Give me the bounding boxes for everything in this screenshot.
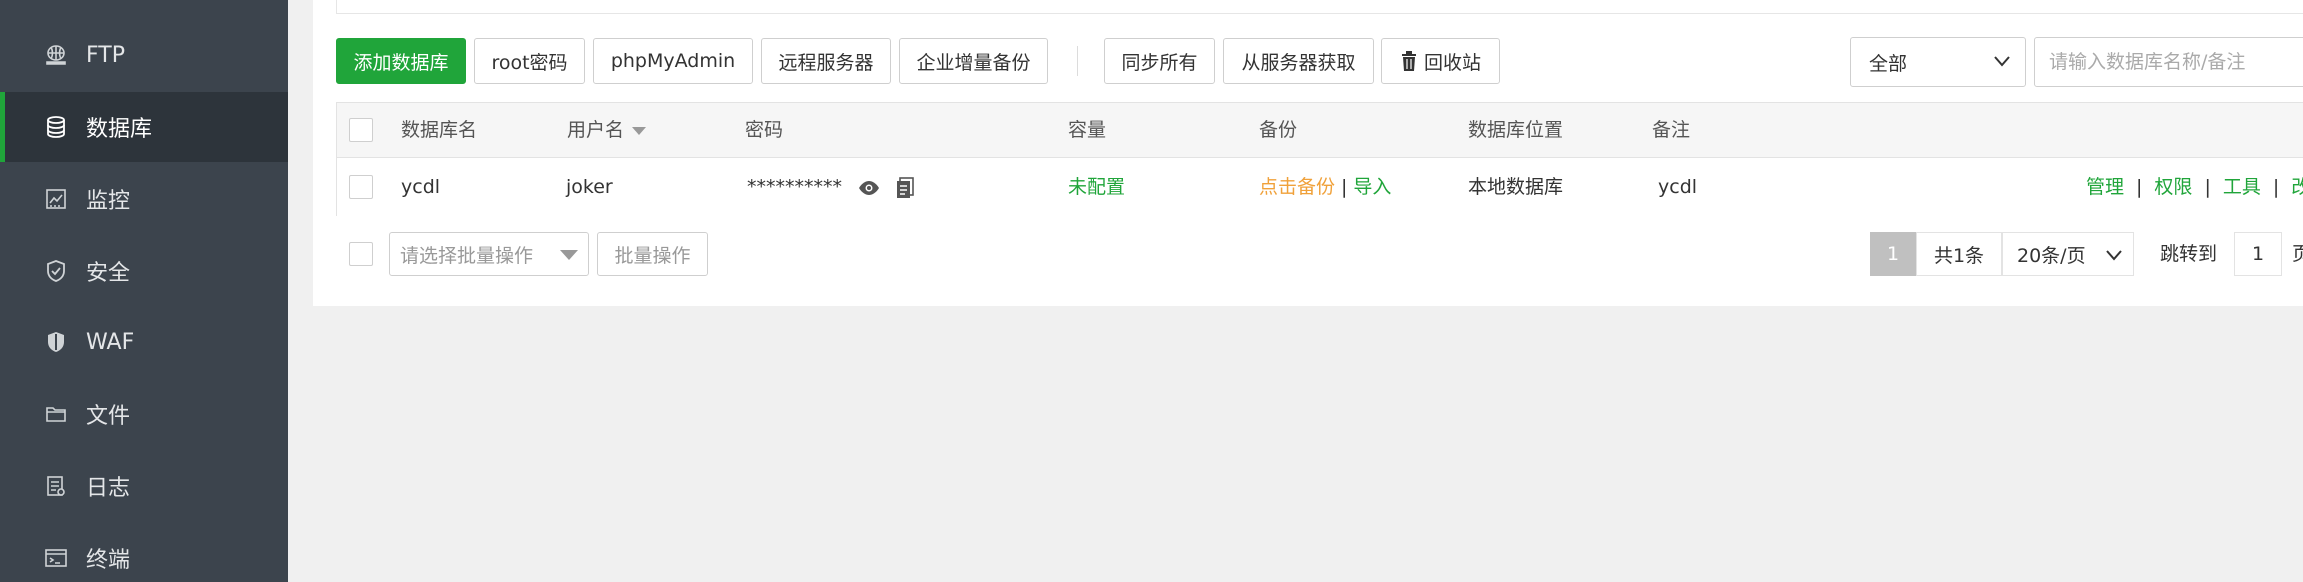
column-header-note: 备注 (1652, 119, 1691, 141)
fetch-from-server-button[interactable]: 从服务器获取 (1223, 38, 1374, 84)
sidebar-item-logs[interactable]: 日志 (0, 451, 288, 521)
column-header-location: 数据库位置 (1468, 119, 1564, 141)
sidebar-item-label: 终端 (86, 548, 131, 573)
db-backup-cell: 点击备份 | 导入 (1259, 158, 1391, 216)
waf-shield-icon (42, 328, 70, 356)
trash-icon (1401, 51, 1416, 71)
chevron-down-icon (1994, 56, 2010, 67)
select-all-checkbox[interactable] (349, 118, 373, 142)
sidebar-item-ftp[interactable]: FTP (0, 20, 288, 90)
root-password-button[interactable]: root密码 (474, 38, 585, 84)
db-location: 本地数据库 (1468, 176, 1564, 198)
sidebar-item-waf[interactable]: WAF (0, 307, 288, 377)
jump-to-page-input[interactable] (2234, 232, 2282, 276)
sidebar-item-label: 安全 (86, 261, 131, 286)
pagination-total: 共1条 (1916, 232, 2002, 276)
copy-icon[interactable] (896, 176, 914, 199)
sidebar-item-label: FTP (86, 42, 125, 68)
batch-operation-button[interactable]: 批量操作 (597, 232, 708, 276)
terminal-icon (42, 544, 70, 572)
page-number-current[interactable]: 1 (1870, 232, 1916, 276)
db-name: ycdl (401, 176, 441, 198)
page-size-select[interactable]: 20条/页 (2002, 232, 2134, 276)
page-unit-label: 页 (2292, 243, 2303, 265)
separator: | (1341, 176, 1348, 198)
column-header-name: 数据库名 (401, 119, 478, 141)
sidebar-item-security[interactable]: 安全 (0, 236, 288, 306)
phpmyadmin-button[interactable]: phpMyAdmin (593, 38, 753, 84)
db-password: ********** (747, 176, 842, 198)
column-header-user[interactable]: 用户名 (567, 103, 647, 158)
batch-operation-select[interactable]: 请选择批量操作 (389, 232, 589, 276)
eye-icon[interactable] (858, 180, 880, 196)
database-table: 数据库名 用户名 密码 容量 备份 数据库位置 备注 ycdl joker **… (336, 102, 2303, 216)
import-link[interactable]: 导入 (1353, 176, 1391, 198)
database-filter-select[interactable]: 全部 (1850, 37, 2026, 87)
sidebar-item-label: WAF (86, 329, 135, 355)
db-note[interactable]: ycdl (1658, 158, 1697, 216)
caret-down-icon (560, 250, 578, 260)
sync-all-button[interactable]: 同步所有 (1104, 38, 1215, 84)
manage-link[interactable]: 管理 (2086, 176, 2124, 198)
sort-down-icon (632, 126, 647, 135)
shield-check-icon (42, 257, 70, 285)
log-document-icon (42, 472, 70, 500)
enterprise-backup-button[interactable]: 企业增量备份 (899, 38, 1048, 84)
separator: | (2204, 176, 2211, 198)
sidebar-item-files[interactable]: 文件 (0, 379, 288, 449)
sidebar-item-terminal[interactable]: 终端 (0, 523, 288, 582)
column-header-capacity: 容量 (1068, 119, 1107, 141)
add-database-button[interactable]: 添加数据库 (336, 38, 466, 84)
top-card-edge (336, 0, 2303, 14)
sidebar-item-database[interactable]: 数据库 (0, 92, 288, 162)
row-actions: 管理 | 权限 | 工具 | 改 (2086, 158, 2303, 216)
separator: | (2136, 176, 2143, 198)
globe-icon (42, 41, 70, 69)
sidebar-item-label: 监控 (86, 189, 131, 214)
table-row: ycdl joker ********** 未配置 点击备份 | 导入 本地数据库 … (337, 158, 2303, 216)
sidebar-item-label: 数据库 (86, 117, 153, 142)
db-password-cell: ********** (747, 158, 914, 216)
separator: | (2272, 176, 2280, 198)
folder-icon (42, 400, 70, 428)
column-header-backup: 备份 (1259, 119, 1298, 141)
permission-link[interactable]: 权限 (2154, 176, 2192, 198)
backup-now-link[interactable]: 点击备份 (1259, 176, 1335, 198)
sidebar: FTP 数据库 监控 安全 WAF 文件 日志 终端 (0, 0, 288, 582)
chevron-down-icon (2106, 250, 2122, 261)
monitor-chart-icon (42, 185, 70, 213)
recycle-bin-button[interactable]: 回收站 (1381, 38, 1500, 84)
edit-password-link[interactable]: 改 (2291, 176, 2303, 198)
footer-select-all-checkbox[interactable] (349, 242, 373, 266)
toolbar-divider (1077, 46, 1078, 76)
search-input[interactable] (2034, 37, 2303, 87)
sidebar-item-label: 日志 (86, 476, 131, 501)
db-user: joker (566, 176, 613, 198)
database-icon (42, 113, 70, 141)
column-header-password: 密码 (745, 119, 784, 141)
remote-server-button[interactable]: 远程服务器 (761, 38, 891, 84)
table-header: 数据库名 用户名 密码 容量 备份 数据库位置 备注 (337, 103, 2303, 158)
jump-to-label: 跳转到 (2160, 243, 2218, 265)
tools-link[interactable]: 工具 (2223, 176, 2261, 198)
db-capacity-status: 未配置 (1068, 176, 1126, 198)
sidebar-item-monitor[interactable]: 监控 (0, 164, 288, 234)
row-checkbox[interactable] (349, 175, 373, 199)
sidebar-item-label: 文件 (86, 404, 131, 429)
